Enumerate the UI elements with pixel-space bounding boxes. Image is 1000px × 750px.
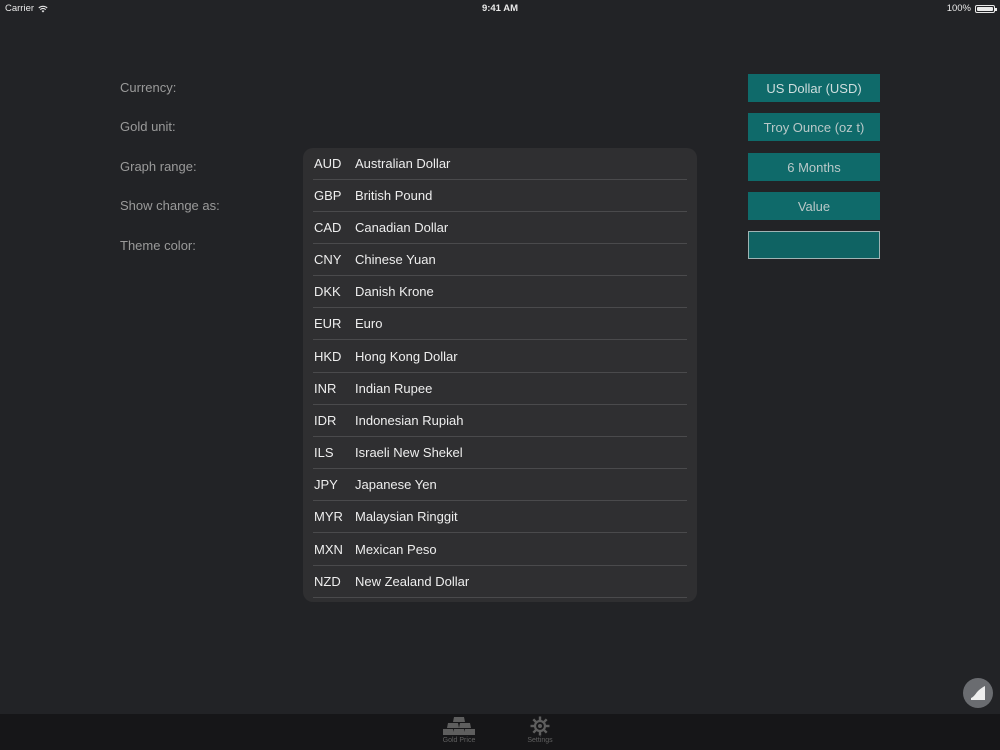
- currency-name: Hong Kong Dollar: [355, 349, 458, 364]
- currency-picker-popover: AUD Australian Dollar GBP British Pound …: [303, 148, 697, 602]
- chart-toggle-button[interactable]: [963, 678, 993, 708]
- currency-row-nzd[interactable]: NZD New Zealand Dollar: [313, 566, 687, 598]
- currency-code: MYR: [314, 509, 343, 524]
- status-right: 100%: [946, 3, 997, 14]
- currency-name: Mexican Peso: [355, 542, 437, 557]
- chart-curve-icon: [971, 686, 985, 700]
- clock: 9:41 AM: [481, 3, 519, 14]
- currency-code: GBP: [314, 188, 342, 203]
- gold-unit-label: Gold unit:: [120, 119, 176, 134]
- battery-percent: 100%: [946, 3, 971, 14]
- currency-name: Canadian Dollar: [355, 220, 449, 235]
- currency-button[interactable]: US Dollar (USD): [748, 74, 880, 102]
- currency-name: Indonesian Rupiah: [355, 413, 464, 428]
- currency-row-myr[interactable]: MYR Malaysian Ringgit: [313, 501, 687, 533]
- currency-row-mxn[interactable]: MXN Mexican Peso: [313, 534, 687, 566]
- currency-name: Euro: [355, 316, 383, 331]
- currency-label: Currency:: [120, 80, 177, 95]
- currency-name: Malaysian Ringgit: [355, 509, 458, 524]
- currency-row-eur[interactable]: EUR Euro: [313, 308, 687, 340]
- currency-code: DKK: [314, 284, 341, 299]
- graph-range-button[interactable]: 6 Months: [748, 153, 880, 181]
- currency-code: ILS: [314, 445, 334, 460]
- currency-name: New Zealand Dollar: [355, 574, 470, 589]
- currency-code: JPY: [314, 477, 338, 492]
- theme-color-swatch[interactable]: [748, 231, 880, 259]
- gold-bars-icon: [443, 717, 475, 735]
- currency-code: IDR: [314, 413, 337, 428]
- currency-row-cny[interactable]: CNY Chinese Yuan: [313, 244, 687, 276]
- currency-row-aud[interactable]: AUD Australian Dollar: [313, 148, 687, 180]
- tab-settings[interactable]: Settings: [510, 716, 570, 744]
- currency-row-idr[interactable]: IDR Indonesian Rupiah: [313, 405, 687, 437]
- currency-name: British Pound: [355, 188, 433, 203]
- currency-code: MXN: [314, 542, 343, 557]
- theme-color-label: Theme color:: [120, 238, 196, 253]
- gear-icon: [530, 716, 550, 736]
- status-bar: Carrier 9:41 AM 100%: [0, 0, 1000, 16]
- currency-code: NZD: [314, 574, 341, 589]
- tab-settings-label: Settings: [527, 737, 553, 744]
- currency-name: Israeli New Shekel: [355, 445, 463, 460]
- tab-bar: Gold Price Settings: [0, 714, 1000, 750]
- currency-row-inr[interactable]: INR Indian Rupee: [313, 373, 687, 405]
- currency-name: Chinese Yuan: [355, 252, 436, 267]
- battery-icon: [975, 4, 997, 13]
- show-change-button[interactable]: Value: [748, 192, 880, 220]
- currency-row-ils[interactable]: ILS Israeli New Shekel: [313, 437, 687, 469]
- show-change-label: Show change as:: [120, 198, 220, 213]
- currency-code: HKD: [314, 349, 342, 364]
- currency-code: AUD: [314, 156, 342, 171]
- currency-row-dkk[interactable]: DKK Danish Krone: [313, 276, 687, 308]
- currency-name: Danish Krone: [355, 284, 434, 299]
- currency-name: Australian Dollar: [355, 156, 451, 171]
- currency-code: INR: [314, 381, 337, 396]
- currency-row-hkd[interactable]: HKD Hong Kong Dollar: [313, 341, 687, 373]
- currency-name: Japanese Yen: [355, 477, 437, 492]
- currency-row-gbp[interactable]: GBP British Pound: [313, 180, 687, 212]
- currency-row-jpy[interactable]: JPY Japanese Yen: [313, 469, 687, 501]
- graph-range-label: Graph range:: [120, 159, 197, 174]
- tab-gold-price-label: Gold Price: [442, 737, 476, 744]
- currency-name: Indian Rupee: [355, 381, 433, 396]
- tab-gold-price[interactable]: Gold Price: [429, 716, 489, 744]
- currency-row-cad[interactable]: CAD Canadian Dollar: [313, 212, 687, 244]
- currency-code: CAD: [314, 220, 342, 235]
- currency-code: CNY: [314, 252, 342, 267]
- currency-code: EUR: [314, 316, 342, 331]
- gold-unit-button[interactable]: Troy Ounce (oz t): [748, 113, 880, 141]
